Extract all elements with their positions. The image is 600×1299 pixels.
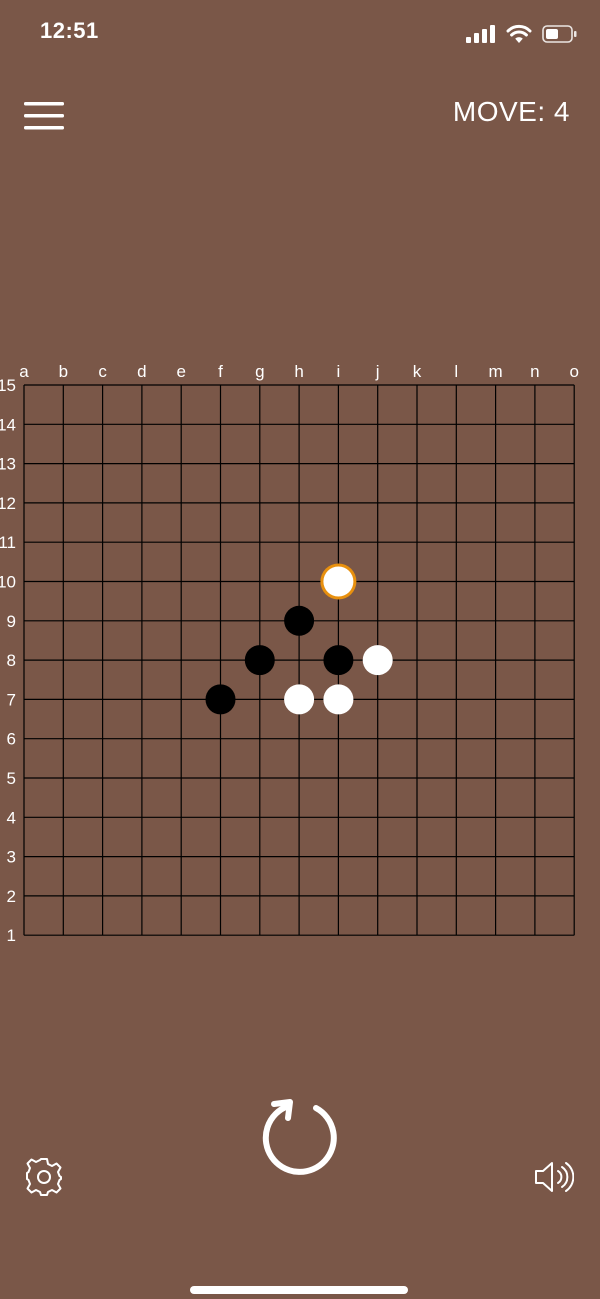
column-label: m: [489, 362, 503, 381]
white-stone: [362, 645, 393, 676]
white-stone: [323, 684, 354, 715]
column-label: g: [255, 362, 264, 381]
restart-icon: [262, 1099, 337, 1175]
row-label: 6: [7, 730, 16, 749]
row-label: 8: [7, 651, 16, 670]
column-label: b: [59, 362, 68, 381]
row-label: 1: [7, 926, 16, 945]
status-time: 12:51: [40, 18, 99, 43]
column-label: c: [98, 362, 107, 381]
column-label: k: [413, 362, 422, 381]
row-label: 2: [7, 887, 16, 906]
column-label: d: [137, 362, 146, 381]
column-label: f: [218, 362, 223, 381]
row-label: 12: [0, 494, 16, 513]
row-label: 14: [0, 415, 16, 434]
black-stone: [284, 605, 315, 636]
row-label: 9: [7, 612, 16, 631]
signal-icon: [466, 25, 495, 43]
row-label: 10: [0, 573, 16, 592]
black-stone: [205, 684, 236, 715]
column-label: i: [337, 362, 341, 381]
column-label: o: [569, 362, 578, 381]
row-label: 11: [0, 533, 16, 552]
black-stone: [244, 645, 275, 676]
column-label: e: [176, 362, 185, 381]
row-label: 3: [7, 848, 16, 867]
column-label: l: [454, 362, 458, 381]
move-counter: MOVE: 4: [452, 96, 570, 127]
sound-button[interactable]: [532, 1158, 575, 1196]
row-label: 5: [7, 769, 16, 788]
column-label: h: [294, 362, 303, 381]
white-stone: [284, 684, 315, 715]
game-board[interactable]: a b c d e f g h i j k l m n o 15 14 13 12 11 10 9 8 7 6 5 4 3 2 1: [0, 355, 600, 955]
white-stone: [323, 566, 354, 597]
column-label: j: [375, 362, 380, 381]
battery-icon: [542, 25, 577, 43]
speaker-icon: [535, 1162, 575, 1192]
app-screen: 12:51 MOVE: 4 a b c d e f g h i j k l m n o 15 14 13 12 11 1: [0, 0, 600, 1299]
reset-button[interactable]: [258, 1098, 340, 1180]
home-indicator: [190, 1286, 408, 1294]
black-stone: [323, 645, 354, 676]
row-label: 13: [0, 455, 16, 474]
status-icons: [466, 20, 578, 48]
row-label: 7: [7, 690, 16, 709]
gear-icon: [26, 1158, 62, 1196]
column-label: a: [19, 362, 29, 381]
settings-button[interactable]: [24, 1156, 64, 1196]
menu-button[interactable]: [24, 100, 66, 132]
row-label: 4: [7, 808, 16, 827]
hamburger-menu-icon: [24, 102, 64, 130]
row-label: 15: [0, 376, 16, 395]
column-label: n: [530, 362, 539, 381]
wifi-icon: [506, 24, 532, 43]
board-grid[interactable]: a b c d e f g h i j k l m n o 15 14 13 12 11 10 9 8 7 6 5 4 3 2 1: [0, 355, 600, 955]
